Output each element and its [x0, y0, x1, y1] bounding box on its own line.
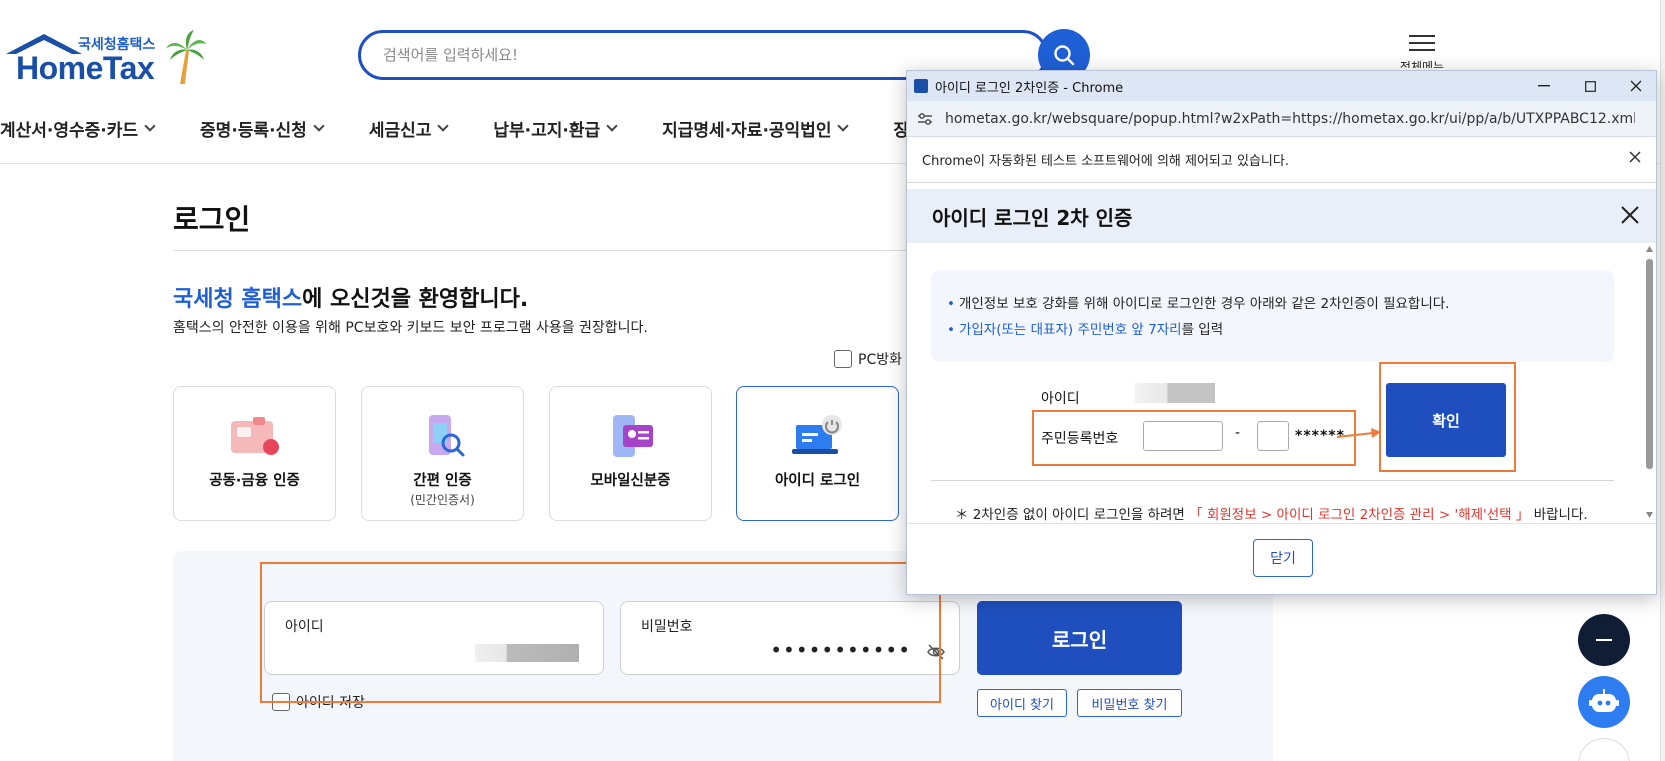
- all-menu-button[interactable]: 전체메뉴: [1392, 30, 1452, 72]
- gnb-item-tax-report[interactable]: 세금신고: [368, 108, 450, 148]
- notice-line-2: • 가입자(또는 대표자) 주민번호 앞 7자리를 입력: [947, 318, 1223, 338]
- close-icon: [1630, 80, 1642, 92]
- method-label: 공동·금융 인증: [209, 473, 300, 489]
- mobile-id-icon: [612, 415, 653, 457]
- window-minimize-button[interactable]: [1521, 71, 1567, 101]
- window-close-button[interactable]: [1613, 71, 1659, 101]
- gnb-item-label: 납부·고지·환급: [493, 120, 601, 141]
- hamburger-icon: [1409, 30, 1435, 56]
- method-label: 아이디 로그인: [774, 473, 861, 489]
- welcome-heading: 국세청 홈택스에 오신것을 환영합니다.: [173, 281, 528, 313]
- annotation-arrow-icon: [1337, 428, 1381, 438]
- chevron-down-icon: [144, 120, 156, 132]
- search-input[interactable]: [361, 33, 961, 77]
- laptop-login-icon: [791, 415, 842, 454]
- close-icon[interactable]: [1628, 150, 1642, 164]
- method-mobile-id[interactable]: 모바일신분증: [549, 386, 712, 521]
- id-row-label: 아이디: [1041, 391, 1080, 407]
- chevron-down-icon: [837, 120, 850, 132]
- scroll-down-arrow-icon[interactable]: [1645, 511, 1654, 519]
- simple-auth-icon: [428, 415, 464, 457]
- checkbox-box[interactable]: [834, 350, 852, 368]
- gnb-item-label: 세금신고: [368, 120, 432, 141]
- dialog-footer-divider: [907, 523, 1656, 524]
- note-suffix: 바랍니다.: [1533, 507, 1588, 523]
- find-password-button[interactable]: 비밀번호 찾기: [1077, 689, 1182, 717]
- confirm-button[interactable]: 확인: [1386, 383, 1506, 457]
- palm-tree-icon: [166, 30, 206, 84]
- dialog-title: 아이디 로그인 2차 인증: [932, 205, 1133, 230]
- rrn-highlight-box: [1032, 410, 1356, 466]
- login-fields-highlight: [260, 562, 941, 703]
- disable-2fa-note: ＊ 2차인증 없이 아이디 로그인을 하려면 「 회원정보 > 아이디 로그인 …: [955, 503, 1588, 523]
- security-recommendation: 홈택스의 안전한 이용을 위해 PC보호와 키보드 보안 프로그램 사용을 권장…: [173, 320, 648, 336]
- id-value-redacted: [1135, 383, 1215, 403]
- window-maximize-button[interactable]: [1567, 71, 1613, 101]
- float-button-extra[interactable]: [1578, 738, 1630, 761]
- note-prefix: ＊ 2차인증 없이 아이디 로그인을 하려면: [955, 507, 1185, 523]
- gnb-item-label: 계산서·영수증·카드: [0, 120, 139, 141]
- window-title: 아이디 로그인 2차인증 - Chrome: [935, 80, 1124, 96]
- certificate-card-icon: [230, 417, 279, 455]
- minimize-icon: [1538, 85, 1550, 87]
- page-scrollbar[interactable]: [1660, 0, 1665, 761]
- close-button[interactable]: 닫기: [1253, 539, 1313, 577]
- scroll-up-arrow-icon[interactable]: [1645, 245, 1654, 253]
- hometax-logo[interactable]: 국세청홈택스 HomeTax: [2, 30, 212, 86]
- chevron-down-icon: [313, 120, 325, 132]
- automation-infobar: Chrome이 자동화된 테스트 소프트웨어에 의해 제어되고 있습니다.: [907, 137, 1656, 183]
- method-id-login[interactable]: 아이디 로그인: [736, 386, 899, 521]
- address-bar[interactable]: hometax.go.kr/websquare/popup.html?w2xPa…: [907, 101, 1656, 137]
- chevron-down-icon: [606, 120, 618, 132]
- gnb-item-statement[interactable]: 지급명세·자료·공익법인: [662, 108, 850, 148]
- login-button[interactable]: 로그인: [977, 601, 1182, 675]
- bullet: •: [947, 296, 955, 312]
- url-text: hometax.go.kr/websquare/popup.html?w2xPa…: [945, 110, 1635, 127]
- notice-box: • 개인정보 보호 강화를 위해 아이디로 로그인한 경우 아래와 같은 2차인증…: [931, 270, 1614, 362]
- notice-text-2: 를 입력: [1181, 322, 1224, 338]
- hometax-favicon-icon: [914, 79, 928, 93]
- welcome-rest: 에 오신것을 환영합니다.: [302, 287, 529, 312]
- gnb-item-label: 증명·등록·신청: [200, 120, 307, 141]
- global-navigation: 계산서·영수증·카드 증명·등록·신청 세금신고 납부·고지·환급 지급명세·자…: [0, 108, 955, 148]
- notice-text-1: 개인정보 보호 강화를 위해 아이디로 로그인한 경우 아래와 같은 2차인증이…: [958, 296, 1450, 312]
- minimize-float-button[interactable]: [1578, 614, 1630, 666]
- second-auth-popup-window: 아이디 로그인 2차인증 - Chrome hometax.go.kr/webs…: [906, 70, 1657, 595]
- chatbot-button[interactable]: [1578, 676, 1630, 728]
- method-simple-auth[interactable]: 간편 인증 (민간인증서): [361, 386, 524, 521]
- maximize-icon: [1584, 80, 1596, 92]
- method-joint-certificate[interactable]: 공동·금융 인증: [173, 386, 336, 521]
- notice-highlight: 가입자(또는 대표자) 주민번호 앞 7자리: [958, 322, 1182, 338]
- dialog-scrollbar[interactable]: [1644, 243, 1654, 521]
- close-icon[interactable]: [1618, 203, 1642, 227]
- notice-line-1: • 개인정보 보호 강화를 위해 아이디로 로그인한 경우 아래와 같은 2차인증…: [947, 292, 1449, 312]
- gnb-item-certificate[interactable]: 증명·등록·신청: [200, 108, 325, 148]
- title-divider: [173, 250, 933, 251]
- robot-icon: [1589, 689, 1619, 712]
- all-menu-label: 전체메뉴: [1399, 60, 1445, 68]
- form-divider: [931, 480, 1614, 481]
- method-label: 간편 인증: [413, 473, 472, 489]
- site-info-icon[interactable]: [917, 112, 933, 126]
- method-sublabel: (민간인증서): [410, 493, 475, 507]
- welcome-highlight: 국세청 홈택스: [173, 287, 303, 312]
- automation-infobar-text: Chrome이 자동화된 테스트 소프트웨어에 의해 제어되고 있습니다.: [922, 154, 1289, 169]
- page-title: 로그인: [173, 203, 251, 236]
- gnb-item-label: 지급명세·자료·공익법인: [662, 120, 832, 141]
- search-icon: [1054, 45, 1075, 66]
- bullet: •: [947, 322, 955, 338]
- logo-english-text: HomeTax: [16, 50, 155, 86]
- note-highlight: 「 회원정보 > 아이디 로그인 2차인증 관리 > '해제'선택 」: [1189, 507, 1530, 523]
- minus-icon: [1596, 639, 1612, 641]
- pc-firewall-label: PC방화: [858, 352, 902, 368]
- gnb-item-payment[interactable]: 납부·고지·환급: [493, 108, 618, 148]
- pc-firewall-checkbox[interactable]: PC방화: [834, 349, 902, 369]
- method-label: 모바일신분증: [590, 473, 671, 489]
- chevron-down-icon: [437, 120, 450, 132]
- find-id-button[interactable]: 아이디 찾기: [977, 689, 1067, 717]
- dialog-header: 아이디 로그인 2차 인증: [907, 189, 1656, 243]
- gnb-item-invoice[interactable]: 계산서·영수증·카드: [0, 108, 156, 148]
- scrollbar-thumb[interactable]: [1646, 259, 1653, 469]
